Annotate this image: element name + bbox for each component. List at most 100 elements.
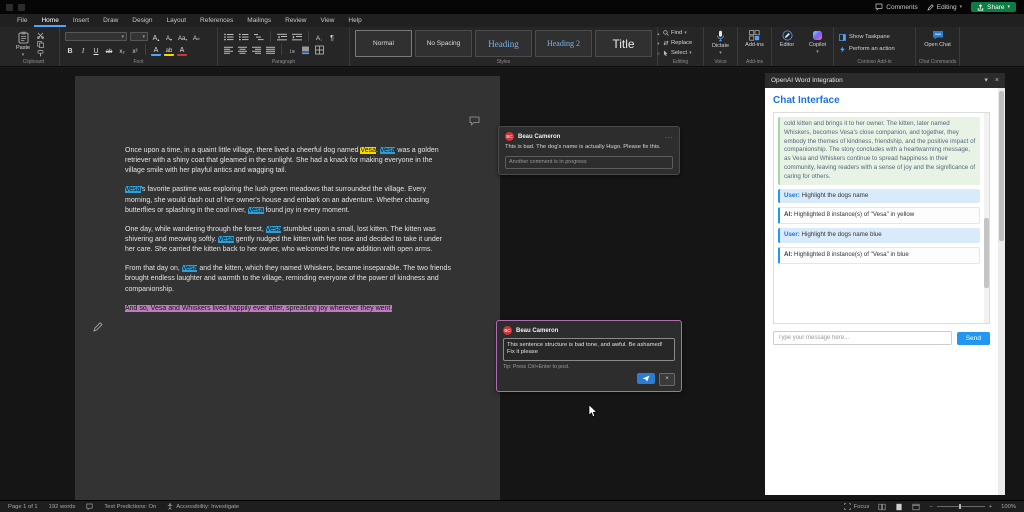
zoom-slider[interactable] [936,504,985,509]
increase-indent-button[interactable] [291,32,303,42]
align-left-button[interactable] [223,45,234,55]
comment-edit-box[interactable]: This sentence structure is bad tone, and… [503,338,675,361]
copilot-button[interactable]: Copilot ▾ [807,30,828,55]
open-chat-button[interactable]: Open Chat [921,30,954,48]
autosave-icon[interactable] [18,3,25,11]
clear-formatting-button[interactable]: A ⌀ [191,32,201,42]
font-name-combo[interactable]: ▾ [65,32,127,41]
menu-tab-mailings[interactable]: Mailings [240,14,278,27]
paragraph[interactable]: From that day on, Vesa and the kitten, w… [125,264,454,294]
font-color-button[interactable]: A [177,44,187,56]
web-layout-icon[interactable] [912,503,920,511]
word-count[interactable]: 192 words [49,504,76,510]
focus-mode-button[interactable]: Focus [843,503,869,510]
zoom-level[interactable]: 100% [1001,504,1016,510]
highlight-color-button[interactable]: ab [164,44,174,56]
style-heading-2[interactable]: Heading 2 [535,30,592,57]
comment-more-icon[interactable]: ... [665,134,673,140]
align-right-button[interactable] [251,45,262,55]
borders-button[interactable] [314,45,325,55]
shading-button[interactable] [300,45,311,55]
style-no-spacing[interactable]: No Spacing [415,30,472,57]
menu-tab-file[interactable]: File [10,14,34,27]
proofing-icon[interactable] [86,503,93,510]
menu-tab-home[interactable]: Home [34,14,65,27]
paragraph[interactable]: Vesa's favorite pastime was exploring th… [125,185,454,215]
paragraph[interactable]: One day, while wandering through the for… [125,225,454,255]
menu-tab-review[interactable]: Review [278,14,313,27]
paragraph[interactable]: Once upon a time, in a quaint little vil… [125,146,454,176]
bold-button[interactable]: B [65,45,75,55]
sort-button[interactable]: A ↓ [314,32,324,42]
multilevel-list-button[interactable] [253,32,265,42]
superscript-button[interactable]: x² [130,45,140,55]
menu-tab-help[interactable]: Help [341,14,368,27]
font-size-combo[interactable]: ▾ [130,32,148,41]
menu-tab-insert[interactable]: Insert [66,14,96,27]
send-button[interactable]: Send [956,331,990,345]
grow-font-button[interactable]: A ▴ [151,32,161,42]
find-button[interactable]: Find ▾ [663,30,698,36]
comment-card-2[interactable]: BC Beau Cameron This sentence structure … [496,320,682,392]
comments-button[interactable]: Comments [875,3,918,11]
style-title[interactable]: Title [595,30,652,57]
zoom-control[interactable]: − + [929,504,992,510]
document-text[interactable]: Once upon a time, in a quaint little vil… [125,146,454,323]
taskpane-scrollbar-thumb[interactable] [999,91,1004,241]
shrink-font-button[interactable]: A ▾ [164,32,174,42]
post-comment-button[interactable] [637,372,655,384]
numbering-button[interactable] [238,32,250,42]
zoom-in-icon[interactable]: + [989,504,992,510]
print-layout-icon[interactable] [895,503,903,511]
italic-button[interactable]: I [78,45,88,55]
comment-card-1[interactable]: BC Beau Cameron ... This is bad. The dog… [498,126,680,175]
chat-history[interactable]: cold kitten and brings it to her owner. … [773,112,990,324]
comment-anchor-icon[interactable] [469,116,480,126]
subscript-button[interactable]: x₂ [117,45,127,55]
accessibility-status[interactable]: Accessibility: Investigate [167,503,239,510]
text-effects-button[interactable]: A [151,44,161,56]
bullets-button[interactable] [223,32,235,42]
select-button[interactable]: Select ▾ [663,50,698,56]
chat-scrollbar[interactable] [984,113,989,323]
show-marks-button[interactable]: ¶ [327,32,337,42]
show-taskpane-button[interactable]: Show Taskpane [839,33,910,41]
track-change-pen-icon[interactable] [93,322,103,332]
paste-button[interactable]: Paste ▾ [13,30,33,59]
style-normal[interactable]: Normal [355,30,412,57]
zoom-slider-thumb[interactable] [959,504,962,509]
text-predictions-status[interactable]: Text Predictions: On [104,504,156,510]
style-heading[interactable]: Heading [475,30,532,57]
comment-reply-box[interactable]: Another comment is in progress [505,155,673,169]
share-button[interactable]: Share ▾ [971,2,1016,12]
menu-tab-view[interactable]: View [313,14,341,27]
dictate-button[interactable]: Dictate ▾ [709,30,732,56]
taskpane-close-icon[interactable]: × [995,77,999,84]
change-case-button[interactable]: Aa ▾ [177,32,188,42]
format-painter-icon[interactable] [37,50,44,57]
addins-button[interactable]: Add-ins [743,30,766,48]
menu-tab-layout[interactable]: Layout [160,14,194,27]
underline-button[interactable]: U [91,45,101,55]
decrease-indent-button[interactable] [276,32,288,42]
taskpane-scrollbar[interactable] [998,88,1005,495]
copy-icon[interactable] [37,41,44,48]
perform-action-button[interactable]: Perform an action [839,46,910,53]
page-indicator[interactable]: Page 1 of 1 [8,504,38,510]
cut-icon[interactable] [37,32,44,39]
zoom-out-icon[interactable]: − [929,504,932,510]
editor-button[interactable]: Editor [777,30,797,48]
replace-button[interactable]: Replace [663,40,698,46]
taskpane-collapse-icon[interactable]: ▾ [984,77,988,84]
justify-button[interactable] [265,45,276,55]
menu-tab-design[interactable]: Design [125,14,159,27]
read-mode-icon[interactable] [878,503,886,511]
editing-mode-button[interactable]: Editing ▾ [927,4,962,11]
chat-scrollbar-thumb[interactable] [984,218,989,288]
menu-tab-draw[interactable]: Draw [96,14,125,27]
line-spacing-button[interactable]: ↕ ≡ [287,45,297,55]
document-page[interactable]: Once upon a time, in a quaint little vil… [75,76,500,501]
align-center-button[interactable] [237,45,248,55]
menu-tab-references[interactable]: References [193,14,240,27]
paragraph[interactable]: And so, Vesa and Whiskers lived happily … [125,304,454,314]
